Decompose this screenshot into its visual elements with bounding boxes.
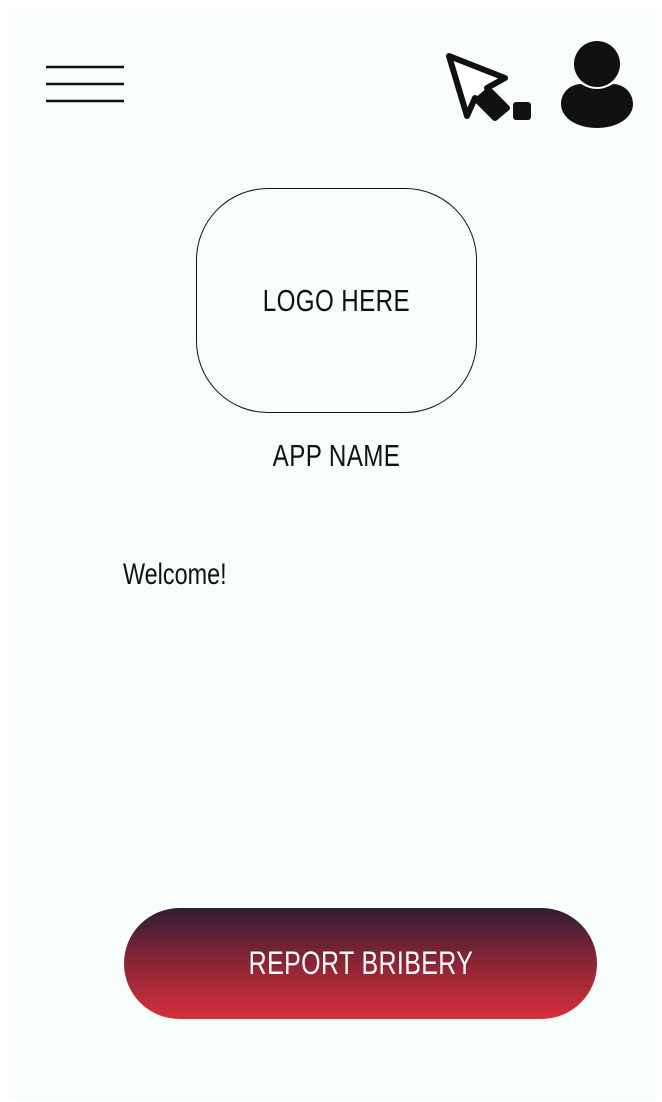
report-bribery-button[interactable]: REPORT BRIBERY [124,908,597,1019]
logo-placeholder-text: LOGO HERE [262,282,411,318]
cursor-pointer-icon[interactable] [443,52,535,124]
hamburger-menu-icon[interactable] [45,64,125,104]
app-name: APP NAME [272,438,401,473]
report-bribery-button-label: REPORT BRIBERY [248,945,473,981]
home-screen: LOGO HERE APP NAME Welcome! REPORT BRIBE… [9,8,657,1098]
logo-placeholder: LOGO HERE [196,188,477,413]
user-profile-icon[interactable] [559,40,635,128]
welcome-message: Welcome! [123,558,227,591]
